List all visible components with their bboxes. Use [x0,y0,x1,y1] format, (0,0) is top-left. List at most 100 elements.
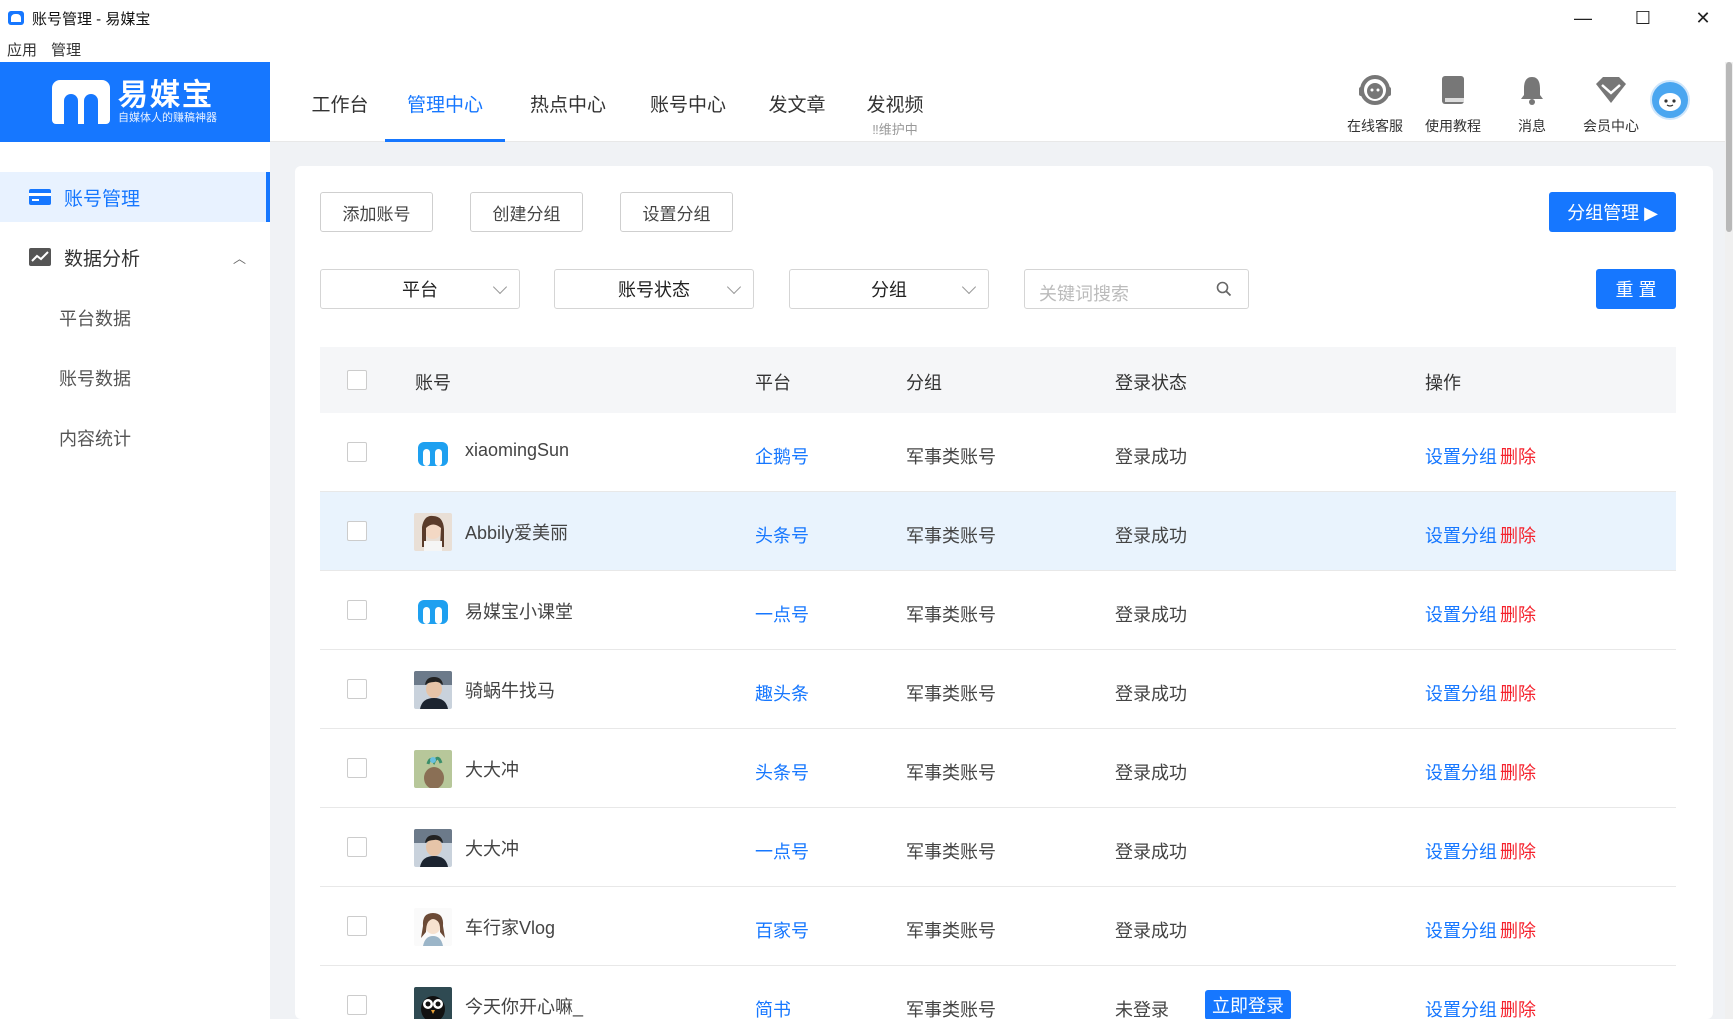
delete-link[interactable]: 删除 [1500,601,1536,627]
keyword-search-input[interactable]: 关键词搜索 [1024,269,1249,309]
set-group-button[interactable]: 设置分组 [620,192,733,232]
delete-link[interactable]: 删除 [1500,443,1536,469]
user-avatar[interactable] [1650,80,1690,120]
table-row[interactable]: 骑蜗牛找马 趣头条 军事类账号 登录成功 设置分组 删除 [320,650,1676,729]
group-value: 军事类账号 [906,1000,996,1019]
group-value: 军事类账号 [906,921,996,941]
group-value: 军事类账号 [906,605,996,625]
vertical-scrollbar[interactable] [1725,62,1733,1019]
account-name: Abbily爱美丽 [465,523,569,543]
delete-link[interactable]: 删除 [1500,522,1536,548]
row-checkbox[interactable] [347,521,367,541]
menu-app[interactable]: 应用 [7,39,37,60]
sidebar-subitem-content-stats[interactable]: 内容统计 [59,425,131,451]
brand-logo[interactable]: 易媒宝 自媒体人的赚稿神器 [0,62,270,142]
col-group: 分组 [906,373,942,393]
close-button[interactable]: ✕ [1673,0,1733,36]
set-group-link[interactable]: 设置分组 [1425,443,1497,469]
col-login-status: 登录状态 [1115,373,1187,393]
login-now-button[interactable]: 立即登录 [1205,990,1291,1019]
account-avatar [414,987,452,1019]
sidebar-subitem-account-data[interactable]: 账号数据 [59,365,131,391]
reset-button[interactable]: 重 置 [1596,269,1676,309]
set-group-link[interactable]: 设置分组 [1425,522,1497,548]
table-row[interactable]: 大大冲 一点号 军事类账号 登录成功 设置分组 删除 [320,808,1676,887]
logo-slogan: 自媒体人的赚稿神器 [118,111,217,124]
tab-workbench[interactable]: 工作台 [310,62,370,142]
group-manage-button[interactable]: 分组管理 ▶ [1549,192,1676,232]
table-row[interactable]: 大大冲 头条号 军事类账号 登录成功 设置分组 删除 [320,729,1676,808]
row-checkbox[interactable] [347,995,367,1015]
account-avatar [414,434,452,472]
sidebar-subitem-platform-data[interactable]: 平台数据 [59,305,131,331]
row-checkbox[interactable] [347,442,367,462]
account-avatar [414,908,452,946]
maximize-button[interactable]: ☐ [1613,0,1673,36]
delete-link[interactable]: 删除 [1500,917,1536,943]
search-icon[interactable] [1216,281,1232,297]
tab-post-video[interactable]: 发视频 ‼维护中 [860,62,930,142]
table-row[interactable]: 易媒宝小课堂 一点号 军事类账号 登录成功 设置分组 删除 [320,571,1676,650]
menu-manage[interactable]: 管理 [51,39,81,60]
messages-button[interactable]: 消息 [1497,72,1567,136]
platform-link[interactable]: 头条号 [755,522,809,548]
platform-link[interactable]: 头条号 [755,759,809,785]
table-row[interactable]: xiaomingSun 企鹅号 军事类账号 登录成功 设置分组 删除 [320,413,1676,492]
table-row[interactable]: 车行家Vlog 百家号 军事类账号 登录成功 设置分组 删除 [320,887,1676,966]
minimize-button[interactable]: — [1553,0,1613,36]
sidebar: 账号管理 数据分析 ︿ 平台数据 账号数据 内容统计 [0,142,270,1019]
platform-select[interactable]: 平台 [320,269,520,309]
account-status-select[interactable]: 账号状态 [554,269,754,309]
tab-post-article[interactable]: 发文章 [767,62,827,142]
row-checkbox[interactable] [347,916,367,936]
tutorial-button[interactable]: 使用教程 [1418,72,1488,136]
create-group-button[interactable]: 创建分组 [470,192,583,232]
tab-management-center[interactable]: 管理中心 [385,62,505,142]
scrollbar-thumb[interactable] [1726,62,1732,232]
login-status: 登录成功 [1115,447,1187,467]
online-service-button[interactable]: 在线客服 [1340,72,1410,136]
delete-link[interactable]: 删除 [1500,680,1536,706]
login-status: 未登录 [1115,1000,1169,1019]
add-account-button[interactable]: 添加账号 [320,192,433,232]
select-all-checkbox[interactable] [347,370,367,390]
platform-link[interactable]: 一点号 [755,838,809,864]
member-center-label: 会员中心 [1583,118,1639,134]
row-checkbox[interactable] [347,679,367,699]
logo-mark-icon [52,80,110,124]
account-name: 易媒宝小课堂 [465,602,573,622]
member-center-button[interactable]: 会员中心 [1576,72,1646,136]
account-name: 大大冲 [465,839,519,859]
sidebar-item-account-management[interactable]: 账号管理 [0,172,270,222]
platform-link[interactable]: 企鹅号 [755,443,809,469]
table-row[interactable]: Abbily爱美丽 头条号 军事类账号 登录成功 设置分组 删除 [320,492,1676,571]
table-row[interactable]: 今天你开心嘛_ 简书 军事类账号 未登录 立即登录 设置分组 删除 [320,966,1676,1019]
set-group-link[interactable]: 设置分组 [1425,917,1497,943]
top-nav: 工作台 管理中心 热点中心 账号中心 发文章 发视频 ‼维护中 在线客服 使用教… [270,62,1733,142]
account-avatar [414,829,452,867]
online-service-label: 在线客服 [1347,118,1403,134]
window-title: 账号管理 - 易媒宝 [32,10,151,28]
set-group-link[interactable]: 设置分组 [1425,680,1497,706]
group-select[interactable]: 分组 [789,269,989,309]
row-checkbox[interactable] [347,758,367,778]
set-group-link[interactable]: 设置分组 [1425,838,1497,864]
row-checkbox[interactable] [347,837,367,857]
messages-label: 消息 [1518,118,1546,134]
tab-account-center[interactable]: 账号中心 [648,62,728,142]
login-status: 登录成功 [1115,842,1187,862]
delete-link[interactable]: 删除 [1500,996,1536,1019]
row-checkbox[interactable] [347,600,367,620]
platform-link[interactable]: 一点号 [755,601,809,627]
sidebar-item-data-analysis[interactable]: 数据分析 ︿ [0,232,270,282]
platform-link[interactable]: 趣头条 [755,680,809,706]
platform-link[interactable]: 简书 [755,996,791,1019]
delete-link[interactable]: 删除 [1500,759,1536,785]
delete-link[interactable]: 删除 [1500,838,1536,864]
set-group-link[interactable]: 设置分组 [1425,996,1497,1019]
group-value: 军事类账号 [906,763,996,783]
set-group-link[interactable]: 设置分组 [1425,601,1497,627]
set-group-link[interactable]: 设置分组 [1425,759,1497,785]
platform-link[interactable]: 百家号 [755,917,809,943]
tab-hot-center[interactable]: 热点中心 [528,62,608,142]
